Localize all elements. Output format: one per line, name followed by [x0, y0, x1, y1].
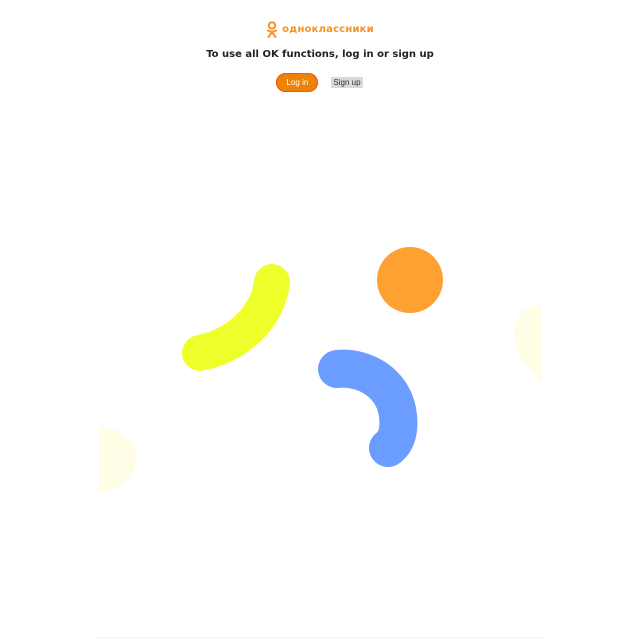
- signup-button[interactable]: Sign up: [331, 77, 363, 88]
- blue-arc-shape: [318, 349, 418, 467]
- pale-right-shape: [514, 305, 541, 383]
- decorative-shapes: [99, 247, 541, 491]
- bottom-divider: [96, 637, 544, 638]
- ok-logo-icon: [267, 21, 278, 38]
- yellow-arc-shape: [182, 264, 290, 371]
- orange-circle-shape: [377, 247, 443, 313]
- login-prompt-page: одноклассники To use all OK functions, l…: [0, 0, 640, 640]
- brand-logo[interactable]: одноклассники: [266, 20, 374, 40]
- brand-wordmark: одноклассники: [282, 24, 374, 35]
- login-button[interactable]: Log in: [276, 73, 319, 92]
- brand-header: одноклассники: [0, 20, 640, 44]
- pale-left-shape: [99, 425, 136, 491]
- login-prompt-text: To use all OK functions, log in or sign …: [206, 49, 434, 60]
- auth-actions: Log in Sign up: [0, 73, 640, 92]
